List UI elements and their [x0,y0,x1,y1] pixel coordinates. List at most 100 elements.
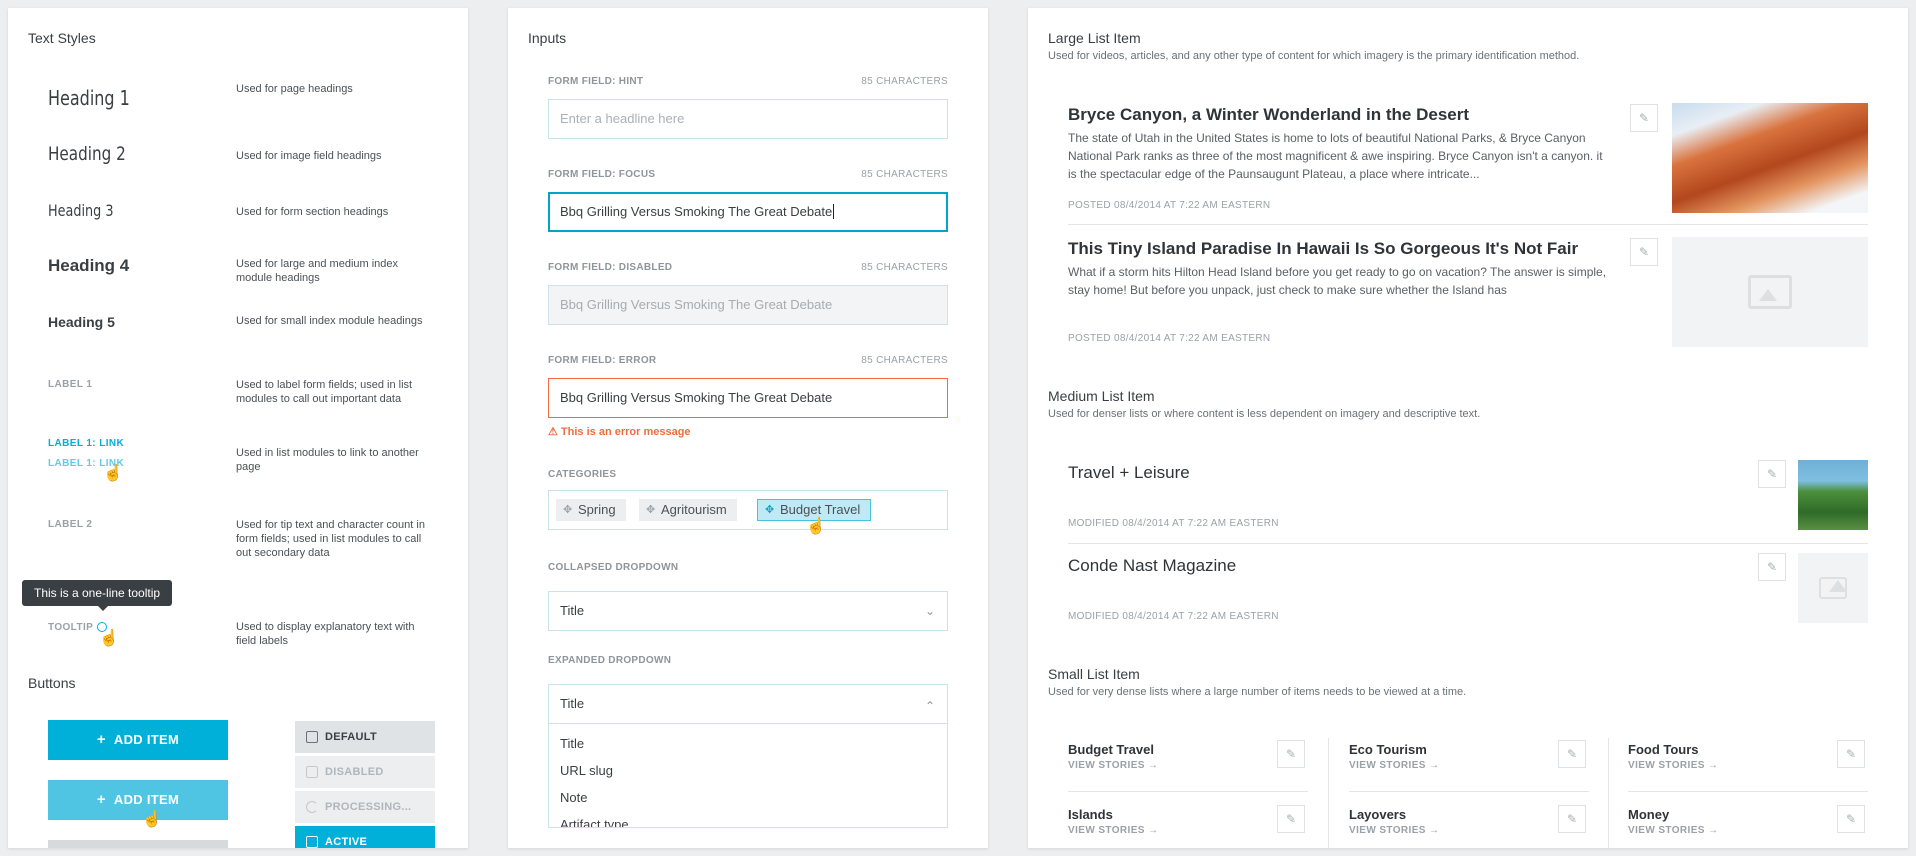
modified-date: MODIFIED 08/4/2014 AT 7:22 AM EASTERN [1068,518,1279,529]
dropdown-option[interactable]: Note [549,784,947,811]
headline-disabled-input: Bbq Grilling Versus Smoking The Great De… [548,285,948,325]
edit-pencil-icon[interactable]: ✎ [1837,740,1865,768]
small-item-title[interactable]: Food Tours [1628,742,1699,757]
inputs-title: Inputs [528,30,567,46]
edit-pencil-icon[interactable]: ✎ [1558,740,1586,768]
character-count: 85 CHARACTERS [861,262,948,273]
edit-pencil-icon[interactable]: ✎ [1277,740,1305,768]
edit-pencil-icon[interactable]: ✎ [1837,805,1865,833]
heading-1-desc: Used for page headings [236,83,353,95]
small-item-title[interactable]: Islands [1068,807,1113,822]
save-icon [306,766,318,778]
small-item-title[interactable]: Layovers [1349,807,1406,822]
category-chip[interactable]: ✥ Agritourism [639,499,737,521]
edit-pencil-icon[interactable]: ✎ [1277,805,1305,833]
posted-date: POSTED 08/4/2014 AT 7:22 AM EASTERN [1068,333,1271,344]
dropdown-option[interactable]: Title [549,730,947,757]
view-stories-link[interactable]: VIEW STORIES → [1068,760,1158,771]
headline-error-input[interactable]: Bbq Grilling Versus Smoking The Great De… [548,378,948,418]
edit-pencil-icon[interactable]: ✎ [1630,238,1658,266]
chip-label: Budget Travel [780,502,861,517]
category-chip[interactable]: ✥ Spring [556,499,626,521]
edit-pencil-icon[interactable]: ✎ [1630,104,1658,132]
move-icon[interactable]: ✥ [563,499,572,521]
small-item-title[interactable]: Eco Tourism [1349,742,1427,757]
disabled-button-label: DISABLED [325,766,384,778]
dropdown-option[interactable]: Artifact type [549,811,947,827]
dropdown-option[interactable]: URL slug [549,757,947,784]
expanded-dropdown[interactable]: Title ⌃ [548,684,948,724]
categories-label: CATEGORIES [548,469,617,480]
heading-5-desc: Used for small index module headings [236,315,423,327]
pointer-cursor-icon: ☝ [806,518,826,535]
headline-focus-input[interactable]: Bbq Grilling Versus Smoking The Great De… [548,192,948,232]
label-2-sample: LABEL 2 [48,519,93,530]
coast-thumbnail[interactable] [1798,460,1868,530]
collapsed-dropdown[interactable]: Title ⌄ [548,591,948,631]
medium-item-title[interactable]: Conde Nast Magazine [1068,556,1236,576]
view-stories-label: VIEW STORIES [1628,825,1705,836]
spinner-icon [306,801,318,813]
divider [1628,791,1868,792]
large-item-title[interactable]: Bryce Canyon, a Winter Wonderland in the… [1068,105,1469,125]
error-message: ⚠ This is an error message [548,425,691,438]
large-list-desc: Used for videos, articles, and any other… [1048,50,1580,62]
medium-item-title[interactable]: Travel + Leisure [1068,463,1190,483]
move-icon[interactable]: ✥ [646,499,655,521]
arrow-right-icon: → [1429,760,1440,771]
heading-3-sample: Heading 3 [48,201,114,220]
view-stories-label: VIEW STORIES [1349,760,1426,771]
image-placeholder[interactable] [1798,553,1868,623]
heading-4-sample: Heading 4 [48,256,130,275]
hint-field-label: FORM FIELD: HINT 85 CHARACTERS [548,76,948,87]
focus-field-label: FORM FIELD: FOCUS 85 CHARACTERS [548,169,948,180]
character-count: 85 CHARACTERS [861,169,948,180]
edit-pencil-icon[interactable]: ✎ [1758,553,1786,581]
pointer-cursor-icon: ☝ [142,811,162,828]
label-1-link-desc: Used in list modules to link to another … [236,447,419,473]
pointer-cursor-icon: ☝ [103,465,123,482]
active-button[interactable]: ACTIVE [295,826,435,848]
expanded-dropdown-label: EXPANDED DROPDOWN [548,655,672,666]
default-button[interactable]: DEFAULT [295,721,435,753]
focus-input-value: Bbq Grilling Versus Smoking The Great De… [560,204,833,219]
view-stories-label: VIEW STORIES [1349,825,1426,836]
view-stories-link[interactable]: VIEW STORIES → [1068,825,1158,836]
canyon-thumbnail[interactable] [1672,103,1868,213]
buttons-title: Buttons [28,675,76,691]
edit-pencil-icon[interactable]: ✎ [1758,460,1786,488]
large-list-title: Large List Item [1048,30,1141,46]
focus-label-text: FORM FIELD: FOCUS [548,169,656,180]
character-count: 85 CHARACTERS [861,355,948,366]
image-placeholder[interactable] [1672,237,1868,347]
view-stories-link[interactable]: VIEW STORIES → [1349,760,1439,771]
label-1-link[interactable]: LABEL 1: LINK [48,438,124,449]
active-button-label: ACTIVE [325,836,368,848]
view-stories-link[interactable]: VIEW STORIES → [1349,825,1439,836]
heading-5-sample: Heading 5 [48,314,115,330]
view-stories-link[interactable]: VIEW STORIES → [1628,760,1718,771]
inputs-panel: Inputs FORM FIELD: HINT 85 CHARACTERS Ent… [508,8,988,848]
heading-2-desc: Used for image field headings [236,150,382,162]
add-item-button-hover[interactable]: + ADD ITEM [48,780,228,820]
large-item-title[interactable]: This Tiny Island Paradise In Hawaii Is S… [1068,239,1578,259]
large-item-body: What if a storm hits Hilton Head Island … [1068,265,1607,297]
chevron-down-icon: ⌄ [924,604,935,618]
small-list-title: Small List Item [1048,666,1140,682]
chevron-up-icon: ⌃ [924,699,935,713]
small-item-title[interactable]: Budget Travel [1068,742,1154,757]
image-placeholder-icon [1748,275,1792,309]
hint-label-text: FORM FIELD: HINT [548,76,644,87]
edit-pencil-icon[interactable]: ✎ [1558,805,1586,833]
save-icon [306,731,318,743]
heading-4-desc: Used for large and medium index module h… [236,258,399,284]
headline-hint-input[interactable]: Enter a headline here [548,99,948,139]
chip-label: Spring [578,502,616,517]
disabled-label-text: FORM FIELD: DISABLED [548,262,673,273]
add-item-button[interactable]: + ADD ITEM [48,720,228,760]
heading-1-sample: Heading 1 [48,86,130,110]
view-stories-link[interactable]: VIEW STORIES → [1628,825,1718,836]
move-icon[interactable]: ✥ [765,500,774,520]
small-item-title[interactable]: Money [1628,807,1669,822]
categories-field[interactable]: ✥ Spring ✥ Agritourism ✥ Budget Travel [548,490,948,530]
